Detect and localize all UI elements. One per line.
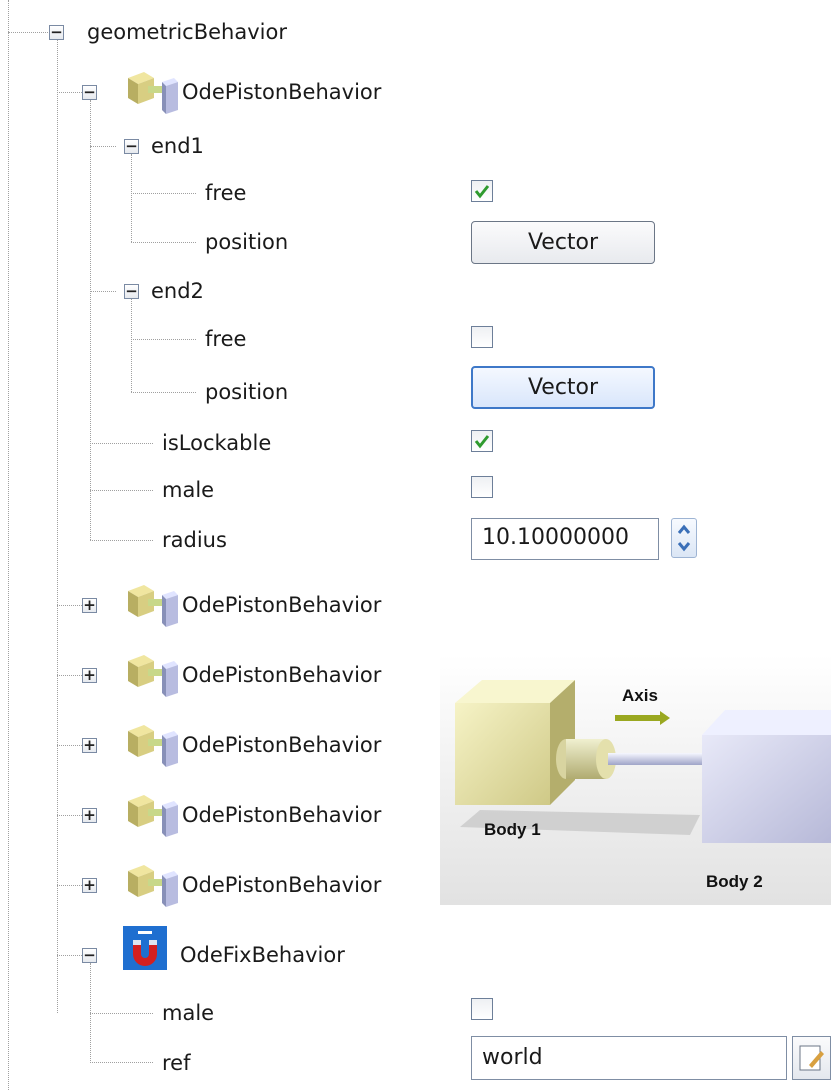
tree-line bbox=[8, 0, 9, 1090]
tree-line bbox=[131, 299, 132, 392]
piston-behavior-icon bbox=[128, 795, 178, 837]
piston-behavior-icon bbox=[128, 865, 178, 907]
tree-line bbox=[90, 490, 153, 491]
fix-male-checkbox[interactable] bbox=[471, 998, 493, 1020]
property-label-position: position bbox=[205, 380, 289, 404]
tree-node-end2[interactable]: end2 bbox=[151, 278, 204, 304]
tree-line bbox=[90, 1013, 91, 1063]
tree-line bbox=[90, 1013, 153, 1014]
tree-line bbox=[57, 885, 82, 886]
islockable-checkbox[interactable] bbox=[471, 430, 493, 452]
property-label-position: position bbox=[205, 230, 289, 254]
tree-line bbox=[57, 675, 82, 676]
collapse-toggle-icon[interactable]: − bbox=[82, 948, 97, 963]
body2-label: Body 2 bbox=[706, 872, 763, 891]
ref-browse-button[interactable] bbox=[792, 1036, 831, 1080]
tree-line bbox=[90, 443, 153, 444]
tree-line bbox=[90, 1062, 153, 1063]
tree-line bbox=[57, 605, 82, 606]
tree-line bbox=[131, 392, 196, 393]
tree-node-piston-behavior[interactable]: OdePistonBehavior bbox=[182, 802, 381, 828]
end1-free-checkbox[interactable] bbox=[471, 180, 493, 202]
tree-node-geometric-behavior[interactable]: geometricBehavior bbox=[87, 19, 287, 45]
piston-behavior-icon bbox=[128, 655, 178, 697]
expand-toggle-icon[interactable]: + bbox=[82, 598, 97, 613]
expand-toggle-icon[interactable]: + bbox=[82, 808, 97, 823]
male-checkbox[interactable] bbox=[471, 476, 493, 498]
axis-label: Axis bbox=[622, 686, 658, 705]
property-label-free: free bbox=[205, 181, 247, 205]
body1-label: Body 1 bbox=[484, 820, 541, 839]
fix-behavior-magnet-icon bbox=[123, 926, 167, 970]
edit-reference-icon[interactable] bbox=[797, 1043, 827, 1073]
radius-spinner[interactable] bbox=[671, 518, 697, 558]
tree-line bbox=[131, 193, 196, 194]
tree-node-fix-behavior[interactable]: OdeFixBehavior bbox=[180, 942, 345, 968]
piston-behavior-icon bbox=[128, 72, 178, 114]
tree-node-piston-behavior[interactable]: OdePistonBehavior bbox=[182, 662, 381, 688]
property-label-ref: ref bbox=[162, 1051, 191, 1075]
tree-line bbox=[57, 745, 82, 746]
expand-toggle-icon[interactable]: + bbox=[82, 668, 97, 683]
piston-behavior-icon bbox=[128, 585, 178, 627]
tree-line bbox=[90, 963, 91, 1013]
tree-line bbox=[90, 540, 153, 541]
property-label-male: male bbox=[162, 1001, 215, 1025]
property-label-radius: radius bbox=[162, 528, 227, 552]
end1-position-vector-button[interactable]: Vector bbox=[471, 221, 655, 264]
piston-behavior-icon bbox=[128, 725, 178, 767]
property-label-male: male bbox=[162, 478, 215, 502]
tree-node-piston-behavior[interactable]: OdePistonBehavior bbox=[182, 79, 381, 105]
tree-line bbox=[131, 242, 196, 243]
expand-toggle-icon[interactable]: + bbox=[82, 738, 97, 753]
tree-line bbox=[90, 291, 116, 292]
tree-node-end1[interactable]: end1 bbox=[151, 133, 204, 159]
property-label-free: free bbox=[205, 327, 247, 351]
spinner-arrows-icon[interactable] bbox=[672, 519, 696, 557]
end2-free-checkbox[interactable] bbox=[471, 326, 493, 348]
tree-node-piston-behavior[interactable]: OdePistonBehavior bbox=[182, 732, 381, 758]
expand-toggle-icon[interactable]: + bbox=[82, 878, 97, 893]
tree-line bbox=[90, 146, 116, 147]
tree-line bbox=[57, 92, 82, 93]
collapse-toggle-icon[interactable]: − bbox=[124, 139, 139, 154]
end2-position-vector-button[interactable]: Vector bbox=[471, 366, 655, 409]
collapse-toggle-icon[interactable]: − bbox=[49, 25, 64, 40]
tree-line bbox=[8, 32, 48, 33]
tree-line bbox=[57, 955, 82, 956]
collapse-toggle-icon[interactable]: − bbox=[124, 284, 139, 299]
radius-input[interactable]: 10.10000000 bbox=[471, 518, 659, 560]
property-label-islockable: isLockable bbox=[162, 431, 272, 455]
tree-line bbox=[131, 339, 196, 340]
piston-joint-diagram: Axis Body 1 Body 2 bbox=[440, 655, 831, 905]
collapse-toggle-icon[interactable]: − bbox=[82, 85, 97, 100]
tree-line bbox=[131, 154, 132, 242]
tree-node-piston-behavior[interactable]: OdePistonBehavior bbox=[182, 872, 381, 898]
tree-line bbox=[57, 40, 58, 1013]
ref-input[interactable]: world bbox=[471, 1036, 787, 1080]
tree-node-piston-behavior[interactable]: OdePistonBehavior bbox=[182, 592, 381, 618]
tree-line bbox=[57, 815, 82, 816]
tree-line bbox=[90, 100, 91, 540]
